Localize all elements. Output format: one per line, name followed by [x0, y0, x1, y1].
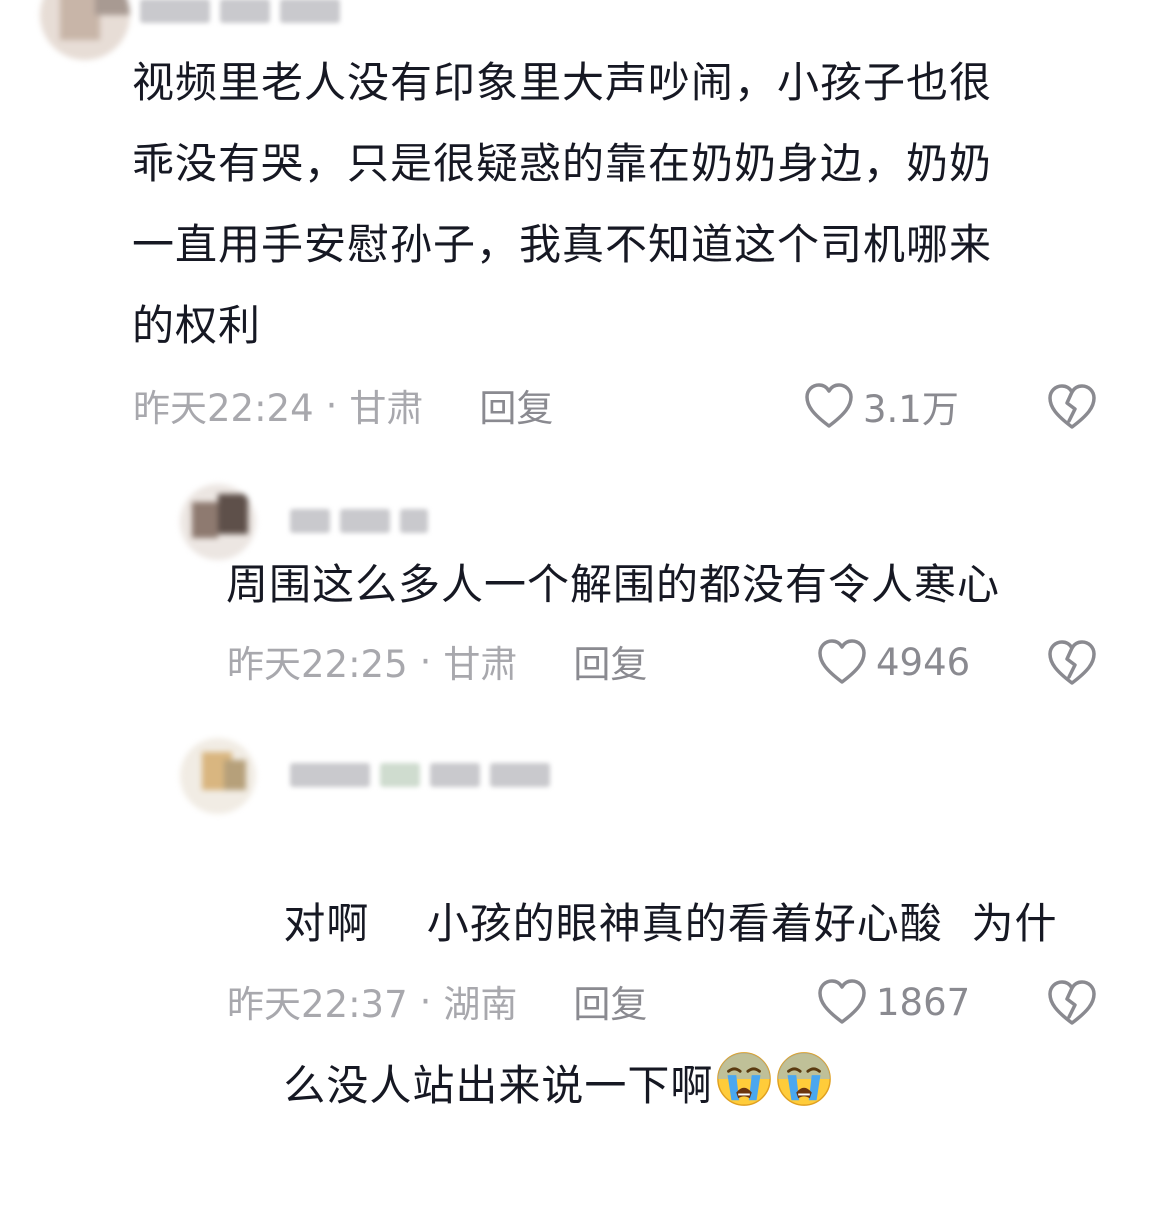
comment-2: 周围这么多人一个解围的都没有令人寒心 昨天22:25 · 甘肃 回复 4946: [0, 470, 1159, 720]
reply-button[interactable]: 回复: [573, 634, 647, 688]
comment-text: 周围这么多人一个解围的都没有令人寒心: [226, 560, 1001, 609]
separator: ·: [419, 979, 432, 1023]
like-count: 1867: [876, 980, 971, 1024]
broken-heart-icon[interactable]: [1046, 978, 1098, 1028]
avatar[interactable]: [40, 0, 130, 60]
like-button[interactable]: 4946: [816, 634, 970, 690]
like-count: 4946: [876, 640, 971, 684]
location: 甘肃: [443, 643, 518, 686]
separator: ·: [419, 639, 432, 683]
loudly-crying-face-icon: [777, 1052, 832, 1106]
heart-icon: [818, 639, 866, 684]
broken-heart-icon[interactable]: [1046, 382, 1098, 432]
like-button[interactable]: 1867: [816, 974, 970, 1030]
location: 湖南: [443, 983, 518, 1026]
comment-text-line-2: 么没人站出来说一下啊: [283, 1061, 714, 1110]
comment-3: 对啊 小孩的眼神真的看着好心酸 为什 么没人站出来说一下啊 昨天22:37 · …: [0, 730, 1159, 1110]
comment-meta: 昨天22:24 · 甘肃 回复: [133, 378, 553, 432]
loudly-crying-face-icon: [717, 1052, 772, 1106]
separator: ·: [325, 383, 338, 427]
reply-button[interactable]: 回复: [573, 974, 647, 1028]
username[interactable]: [290, 506, 428, 536]
comment-meta: 昨天22:37 · 湖南 回复: [227, 974, 647, 1028]
timestamp: 昨天22:24: [133, 387, 314, 430]
comment-1: 视频里老人没有印象里大声吵闹，小孩子也很 乖没有哭，只是很疑惑的靠在奶奶身边，奶…: [0, 0, 1159, 450]
username[interactable]: [140, 0, 340, 26]
heart-icon: [818, 979, 866, 1024]
comment-meta: 昨天22:25 · 甘肃 回复: [227, 634, 647, 688]
like-count: 3.1万: [863, 388, 959, 431]
heart-icon: [805, 383, 853, 428]
username[interactable]: [290, 760, 550, 790]
timestamp: 昨天22:37: [227, 983, 408, 1026]
broken-heart-icon[interactable]: [1046, 638, 1098, 688]
comment-text-line-1: 对啊 小孩的眼神真的看着好心酸 为什: [283, 899, 1058, 948]
reply-button[interactable]: 回复: [479, 378, 553, 432]
comment-text: 视频里老人没有印象里大声吵闹，小孩子也很 乖没有哭，只是很疑惑的靠在奶奶身边，奶…: [132, 58, 993, 350]
timestamp: 昨天22:25: [227, 643, 408, 686]
like-button[interactable]: 3.1万: [803, 378, 959, 434]
location: 甘肃: [349, 387, 424, 430]
